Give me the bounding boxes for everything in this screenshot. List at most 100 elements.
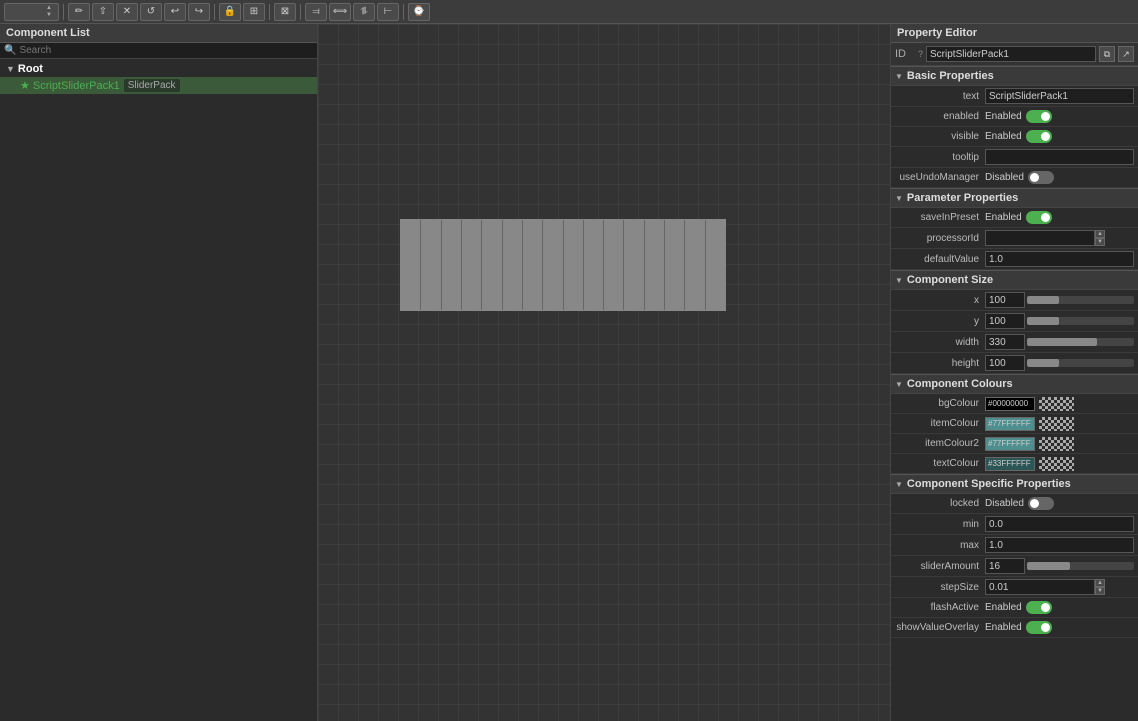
prop-stepsize-label: stepSize (895, 582, 985, 593)
prop-showvalueoverlay-row: showValueOverlay Enabled (891, 618, 1138, 638)
processorid-up[interactable]: ▲ (1095, 230, 1105, 238)
zoom-down-arrow[interactable]: ▼ (46, 12, 54, 19)
y-input[interactable] (985, 313, 1025, 329)
root-label: Root (18, 63, 43, 75)
itemcolour-swatch[interactable]: #77FFFFFF (985, 417, 1035, 431)
prop-tooltip-row: tooltip (891, 147, 1138, 168)
prop-flashactive-label: flashActive (895, 602, 985, 613)
bgcolour-swatch[interactable]: #00000000 (985, 397, 1035, 411)
prop-defaultvalue-row: defaultValue (891, 249, 1138, 270)
tree-root[interactable]: ▼ Root (0, 61, 317, 77)
section-component-size[interactable]: ▼ Component Size (891, 270, 1138, 290)
flashactive-toggle[interactable] (1026, 601, 1052, 614)
saveinpreset-toggle[interactable] (1026, 211, 1052, 224)
id-help-icon[interactable]: ? (918, 49, 923, 59)
itemcolour2-row: #77FFFFFF (985, 437, 1074, 451)
slideramount-slider[interactable] (1027, 562, 1134, 570)
slider-bar (604, 220, 624, 310)
undo-btn[interactable]: ↩ (164, 3, 186, 21)
prop-itemcolour2-row: itemColour2 #77FFFFFF (891, 434, 1138, 454)
height-input[interactable] (985, 355, 1025, 371)
prop-undomanager-row: useUndoManager Disabled (891, 168, 1138, 188)
prop-max-value (985, 537, 1134, 553)
locked-toggle[interactable] (1028, 497, 1054, 510)
slider-bar (523, 220, 543, 310)
toolbar-divider-4 (300, 4, 301, 20)
toolbar-left: 100% ▲ ▼ ✏ ⇧ ✕ ↺ ↩ ↪ 🔒 ⊞ ⊠ ⫤ ⟺ ⥮ ⊢ ⌚ (4, 3, 430, 21)
itemcolour2-swatch[interactable]: #77FFFFFF (985, 437, 1035, 451)
bgcolour-text: #00000000 (988, 399, 1028, 408)
visible-toggle[interactable] (1026, 130, 1052, 143)
x-input[interactable] (985, 292, 1025, 308)
size-arrow: ▼ (895, 276, 903, 285)
redo-btn[interactable]: ↪ (188, 3, 210, 21)
processorid-spinner: ▲ ▼ (985, 230, 1105, 246)
prop-stepsize-value: ▲ ▼ (985, 579, 1134, 595)
x-num-slider (985, 292, 1134, 308)
height-slider[interactable] (1027, 359, 1134, 367)
align-right-btn[interactable]: ⊢ (377, 3, 399, 21)
saveinpreset-toggle-text: Enabled (985, 212, 1022, 223)
align-left-btn[interactable]: ⫤ (305, 3, 327, 21)
itemcolour2-text: #77FFFFFF (988, 439, 1031, 448)
section-parameter-properties[interactable]: ▼ Parameter Properties (891, 188, 1138, 208)
history-btn[interactable]: ⌚ (408, 3, 430, 21)
lock-btn[interactable]: 🔒 (219, 3, 241, 21)
itemcolour-text: #77FFFFFF (988, 419, 1031, 428)
id-action-btn[interactable]: ↗ (1118, 46, 1134, 62)
basic-title: Basic Properties (907, 70, 994, 82)
enabled-toggle[interactable] (1026, 110, 1052, 123)
prop-defaultvalue-input[interactable] (985, 251, 1134, 267)
flashactive-toggle-row: Enabled (985, 601, 1052, 614)
section-component-colours[interactable]: ▼ Component Colours (891, 374, 1138, 394)
y-slider-fill (1027, 317, 1059, 325)
height-num-slider (985, 355, 1134, 371)
prop-min-input[interactable] (985, 516, 1134, 532)
prop-max-input[interactable] (985, 537, 1134, 553)
showvalueoverlay-toggle[interactable] (1026, 621, 1052, 634)
stepsize-down[interactable]: ▼ (1095, 587, 1105, 595)
prop-tooltip-input[interactable] (985, 149, 1134, 165)
x-slider[interactable] (1027, 296, 1134, 304)
undomanager-toggle-row: Disabled (985, 171, 1054, 184)
align-vert-btn[interactable]: ⥮ (353, 3, 375, 21)
snap-btn[interactable]: ⊠ (274, 3, 296, 21)
y-slider[interactable] (1027, 317, 1134, 325)
textcolour-swatch[interactable]: #33FFFFFF (985, 457, 1035, 471)
search-icon: 🔍 (4, 45, 16, 56)
id-input[interactable] (926, 46, 1096, 62)
prop-textcolour-label: textColour (895, 458, 985, 469)
prop-textcolour-row: textColour #33FFFFFF (891, 454, 1138, 474)
zoom-box[interactable]: 100% ▲ ▼ (4, 3, 59, 21)
slider-bar (543, 220, 563, 310)
specific-arrow: ▼ (895, 480, 903, 489)
search-input[interactable] (19, 45, 313, 56)
align-center-btn[interactable]: ⟺ (329, 3, 351, 21)
width-input[interactable] (985, 334, 1025, 350)
slider-bar (421, 220, 441, 310)
rotate-btn[interactable]: ↺ (140, 3, 162, 21)
slideramount-input[interactable] (985, 558, 1025, 574)
id-copy-btn[interactable]: ⧉ (1099, 46, 1115, 62)
canvas-area[interactable] (318, 24, 890, 721)
stepsize-input[interactable] (985, 579, 1095, 595)
cross-btn[interactable]: ✕ (116, 3, 138, 21)
processorid-input[interactable] (985, 230, 1095, 246)
processorid-down[interactable]: ▼ (1095, 238, 1105, 246)
prop-enabled-value: Enabled (985, 110, 1134, 123)
pencil-btn[interactable]: ✏ (68, 3, 90, 21)
prop-textcolour-value: #33FFFFFF (985, 457, 1134, 471)
prop-text-input[interactable] (985, 88, 1134, 104)
section-basic-properties[interactable]: ▼ Basic Properties (891, 66, 1138, 86)
prop-max-row: max (891, 535, 1138, 556)
zoom-input[interactable]: 100% (9, 6, 44, 17)
section-component-specific[interactable]: ▼ Component Specific Properties (891, 474, 1138, 494)
undomanager-toggle[interactable] (1028, 171, 1054, 184)
saveinpreset-toggle-row: Enabled (985, 211, 1052, 224)
width-slider[interactable] (1027, 338, 1134, 346)
stepsize-up[interactable]: ▲ (1095, 579, 1105, 587)
tree-item-sliderpack[interactable]: ★ ScriptSliderPack1 SliderPack (0, 77, 317, 94)
align-btn[interactable]: ⊞ (243, 3, 265, 21)
zoom-up-arrow[interactable]: ▲ (46, 5, 54, 12)
share-btn[interactable]: ⇧ (92, 3, 114, 21)
